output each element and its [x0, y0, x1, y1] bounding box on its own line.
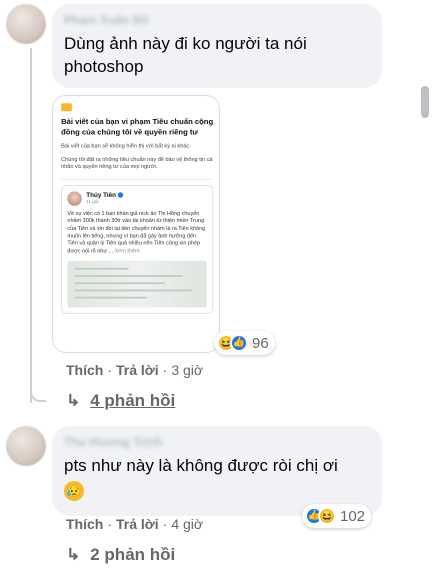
like-icon: 👍 [230, 334, 248, 352]
reaction-count: 102 [340, 507, 366, 525]
reaction-count: 96 [252, 334, 269, 352]
replies-count-label[interactable]: 4 phản hồi [90, 391, 175, 411]
comment-author[interactable]: Phạm Xuân Bồ [64, 12, 370, 28]
comment-actions: Thích · Trả lời · 4 giờ [66, 516, 203, 532]
thread-line [30, 48, 32, 403]
separator-dot: · [162, 362, 168, 378]
comment-timestamp[interactable]: 3 giờ [171, 362, 203, 378]
scrollbar-thumb[interactable] [421, 86, 429, 118]
comment-actions: Thích · Trả lời · 3 giờ [66, 362, 203, 378]
thread-connector [30, 388, 46, 402]
comment-text: Dùng ảnh này đi ko người ta nói photosho… [64, 32, 370, 78]
separator-dot: · [107, 516, 113, 532]
avatar[interactable] [6, 4, 46, 44]
reply-button[interactable]: Trả lời [116, 516, 159, 532]
attachment-paragraph: Bài viết của bạn sẽ không hiển thị với b… [61, 142, 191, 150]
divider [61, 178, 214, 180]
post-text: Về vụ việc có 1 bạn khán giả nick ảo Thi… [67, 210, 206, 255]
comment-timestamp[interactable]: 4 giờ [171, 516, 203, 532]
attachment-title: Bài viết của bạn vi phạm Tiêu chuẩn cộng… [61, 116, 214, 137]
post-time: 11 giờ [86, 199, 99, 205]
comment-text-line: Dùng ảnh này đi ko người ta nói [64, 34, 307, 53]
like-button[interactable]: Thích [66, 362, 103, 378]
comment-text-line: photoshop [64, 57, 144, 76]
reply-arrow-icon: ↳ [66, 392, 81, 410]
replies-count-label[interactable]: 2 phản hồi [90, 545, 175, 565]
attachment-paragraph: Chúng tôi đặt ra những tiêu chuẩn này để… [61, 155, 213, 170]
view-replies-link[interactable]: ↳ 4 phản hồi [66, 391, 175, 411]
comment-bubble: Phạm Xuân Bồ Dùng ảnh này đi ko người ta… [52, 4, 382, 88]
like-button[interactable]: Thích [66, 516, 103, 532]
reaction-summary[interactable]: 👍 😆 102 [302, 504, 372, 528]
see-more: Xem thêm [114, 247, 140, 255]
haha-icon: 😆 [318, 507, 336, 525]
separator-dot: · [107, 362, 113, 378]
avatar[interactable] [6, 426, 46, 466]
verified-icon [117, 192, 124, 198]
reply-arrow-icon: ↳ [66, 546, 81, 564]
comment-bubble: Thu Hương Trịnh pts như này là không đượ… [52, 426, 382, 516]
warning-icon [61, 103, 72, 112]
reply-button[interactable]: Trả lời [116, 362, 159, 378]
embedded-post: Thủy Tiên 11 giờ Về vụ việc có 1 bạn khá… [61, 184, 214, 314]
reaction-summary[interactable]: 😆 👍 96 [214, 331, 275, 355]
sad-emoji-icon: 😥 [64, 481, 84, 501]
post-author: Thủy Tiên [86, 192, 124, 198]
view-replies-link[interactable]: ↳ 2 phản hồi [66, 545, 175, 565]
comment-author[interactable]: Thu Hương Trịnh [64, 434, 370, 450]
separator-dot: · [162, 516, 168, 532]
comment-text: pts như này là không được ròi chị ơi [64, 456, 338, 475]
post-image [67, 260, 207, 308]
post-avatar [67, 191, 82, 206]
comment-image-attachment[interactable]: Bài viết của bạn vi phạm Tiêu chuẩn cộng… [52, 95, 220, 353]
